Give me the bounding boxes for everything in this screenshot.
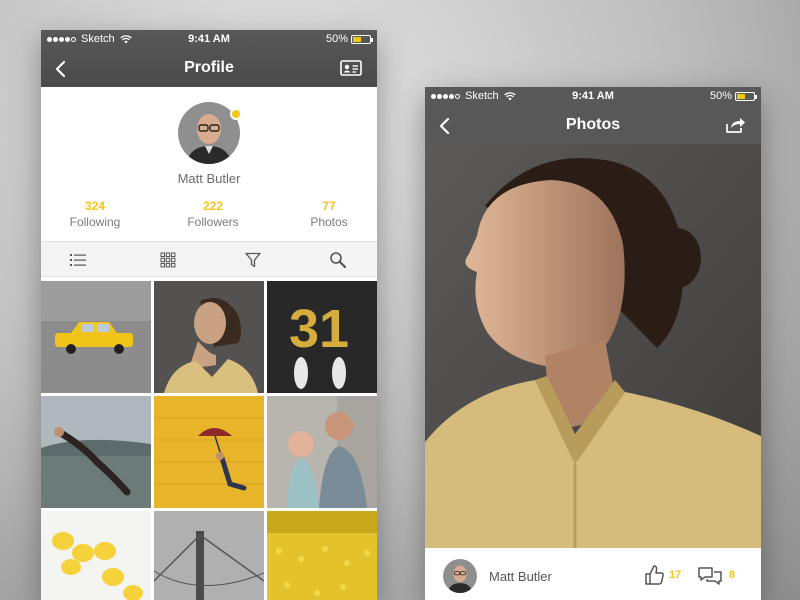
yellow-flowers-field-photo[interactable]	[267, 511, 377, 600]
profile-screen: Sketch 9:41 AM 50% Profile Matt Butler 3…	[41, 30, 377, 600]
following-count: 324	[84, 199, 106, 213]
photos-count: 77	[322, 199, 336, 213]
share-icon[interactable]	[723, 115, 747, 135]
author-name[interactable]: Matt Butler	[489, 569, 552, 584]
stat-followers[interactable]: 222 Followers	[163, 199, 263, 229]
photos-header: Sketch 9:41 AM 50% Photos	[425, 87, 761, 144]
father-daughter-photo[interactable]	[267, 396, 377, 508]
bridge-photo[interactable]	[154, 511, 264, 600]
profile-summary: Matt Butler 324 Following 222 Followers …	[41, 87, 377, 241]
battery-percent: 50%	[325, 33, 348, 45]
list-icon[interactable]	[69, 251, 87, 269]
number-31-feet-photo[interactable]: 31	[267, 281, 377, 393]
avatar-container[interactable]	[178, 102, 242, 164]
featured-photo[interactable]	[425, 144, 761, 548]
man-jumping-lake-photo[interactable]	[41, 396, 151, 508]
view-toolbar	[41, 241, 377, 277]
photo-grid: 31	[41, 277, 377, 600]
profile-stats: 324 Following 222 Followers 77 Photos	[41, 199, 377, 235]
svg-text:31: 31	[289, 299, 349, 359]
photos-screen: Sketch 9:41 AM 50% Photos Matt Butler 17…	[425, 87, 761, 600]
yellow-taxi-photo[interactable]	[41, 281, 151, 393]
photo-footer: Matt Butler 17 8	[425, 548, 761, 600]
battery-icon	[735, 91, 757, 101]
author-avatar[interactable]	[443, 559, 477, 593]
page-title: Profile	[184, 59, 234, 76]
comment-count: 8	[729, 569, 736, 581]
umbrella-yellow-wall-photo[interactable]	[154, 396, 264, 508]
followers-label: Followers	[187, 215, 239, 229]
lemons-photo[interactable]	[41, 511, 151, 600]
contact-card-icon[interactable]	[339, 58, 363, 78]
search-icon[interactable]	[329, 251, 347, 269]
thumbs-up-icon[interactable]	[643, 564, 665, 586]
page-title: Photos	[565, 116, 621, 133]
profile-header: Sketch 9:41 AM 50% Profile	[41, 30, 377, 87]
photos-label: Photos	[310, 215, 348, 229]
comments-icon[interactable]	[697, 565, 723, 587]
stat-following[interactable]: 324 Following	[45, 199, 145, 229]
woman-portrait-photo[interactable]	[154, 281, 264, 393]
photos-navbar: Photos	[425, 107, 761, 144]
followers-count: 222	[202, 199, 224, 213]
filter-icon[interactable]	[244, 251, 262, 269]
like-count: 17	[669, 569, 682, 581]
online-status-dot	[230, 108, 242, 120]
status-bar: Sketch 9:41 AM 50%	[41, 30, 377, 50]
profile-navbar: Profile	[41, 50, 377, 87]
stat-photos[interactable]: 77 Photos	[279, 199, 377, 229]
status-bar: Sketch 9:41 AM 50%	[425, 87, 761, 107]
profile-name: Matt Butler	[177, 171, 241, 186]
following-label: Following	[69, 215, 121, 229]
battery-percent: 50%	[709, 90, 732, 102]
grid-icon[interactable]	[159, 251, 177, 269]
battery-icon	[351, 34, 373, 44]
